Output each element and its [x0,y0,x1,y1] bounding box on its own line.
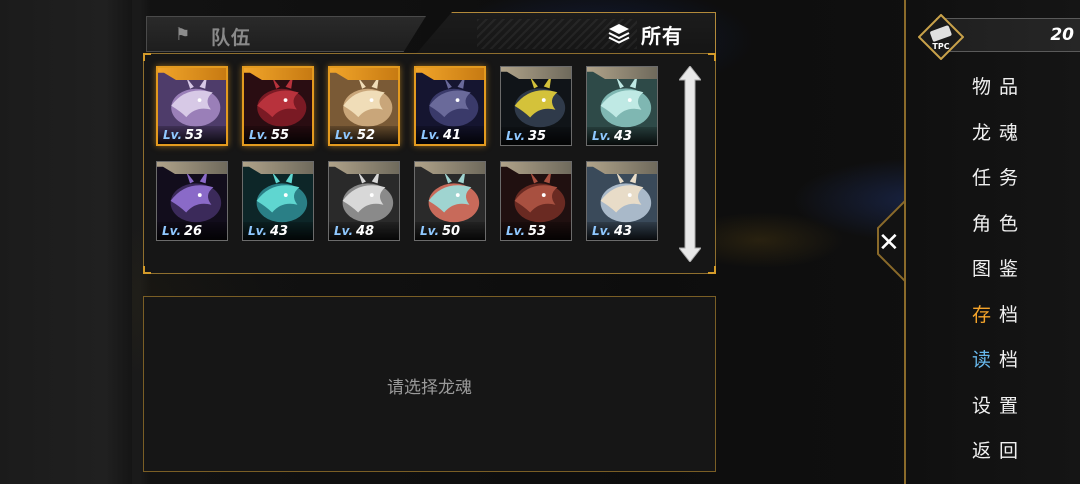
dragon-card[interactable]: Lv. 50 [414,161,486,241]
left-backdrop [0,0,132,484]
level-value: 43 [614,224,633,239]
level-value: 50 [442,224,461,239]
currency-amount: 20 [1050,25,1074,45]
dragon-card[interactable]: Lv. 53 [500,161,572,241]
level-value: 35 [528,129,547,144]
dragon-grid-panel: Lv. 53 Lv. 55 Lv. 52 Lv. 41 Lv. 35 Lv. 43 Lv. 26 Lv. 43… [143,53,716,274]
dragon-card[interactable]: Lv. 53 [156,66,228,146]
level-value: 43 [614,129,633,144]
tab-all[interactable]: 所有 [416,12,716,54]
dragon-card[interactable]: Lv. 48 [328,161,400,241]
level-value: 41 [443,128,462,143]
level-value: 53 [185,128,204,143]
level-value: 53 [528,224,547,239]
tab-all-label: 所有 [641,24,683,48]
detail-placeholder: 请选择龙魂 [387,378,472,398]
level-prefix: Lv. [592,129,612,143]
tab-team[interactable]: ⚑ 队伍 [146,16,426,52]
level-prefix: Lv. [506,224,526,238]
dragon-card[interactable]: Lv. 43 [586,66,658,146]
tpc-coin-icon: TPC [918,14,964,60]
level-value: 52 [357,128,376,143]
level-prefix: Lv. [162,224,182,238]
dragon-card[interactable]: Lv. 41 [414,66,486,146]
level-prefix: Lv. [506,129,526,143]
flag-icon: ⚑ [175,25,191,45]
level-value: 26 [184,224,203,239]
side-menu: 20 TPC 物品龙魂任务角色图鉴存档读档设置返回 [904,0,1080,484]
dragon-card[interactable]: Lv. 35 [500,66,572,146]
level-value: 55 [271,128,290,143]
menu-item[interactable]: 存档 [972,300,1052,327]
menu-item[interactable]: 图鉴 [972,254,1052,281]
dragon-card[interactable]: Lv. 55 [242,66,314,146]
menu-item[interactable]: 任务 [972,163,1052,190]
level-prefix: Lv. [249,128,269,142]
dragon-card[interactable]: Lv. 52 [328,66,400,146]
level-prefix: Lv. [421,128,441,142]
menu-item[interactable]: 物品 [972,72,1052,99]
level-prefix: Lv. [163,128,183,142]
menu-item[interactable]: 返回 [972,436,1052,463]
menu-item[interactable]: 角色 [972,209,1052,236]
svg-text:TPC: TPC [932,42,949,51]
dragon-card[interactable]: Lv. 43 [586,161,658,241]
layers-icon [608,24,630,44]
scroll-arrows-icon[interactable] [679,66,701,262]
menu-item[interactable]: 设置 [972,391,1052,418]
menu-item[interactable]: 读档 [972,345,1052,372]
level-prefix: Lv. [420,224,440,238]
dragon-detail-panel: 请选择龙魂 [143,296,716,472]
close-icon[interactable]: ✕ [878,228,900,258]
dragon-card[interactable]: Lv. 26 [156,161,228,241]
tab-team-label: 队伍 [211,27,252,49]
level-prefix: Lv. [248,224,268,238]
level-value: 43 [270,224,289,239]
level-prefix: Lv. [592,224,612,238]
level-value: 48 [356,224,375,239]
level-prefix: Lv. [334,224,354,238]
dragon-card[interactable]: Lv. 43 [242,161,314,241]
menu-item[interactable]: 龙魂 [972,118,1052,145]
level-prefix: Lv. [335,128,355,142]
